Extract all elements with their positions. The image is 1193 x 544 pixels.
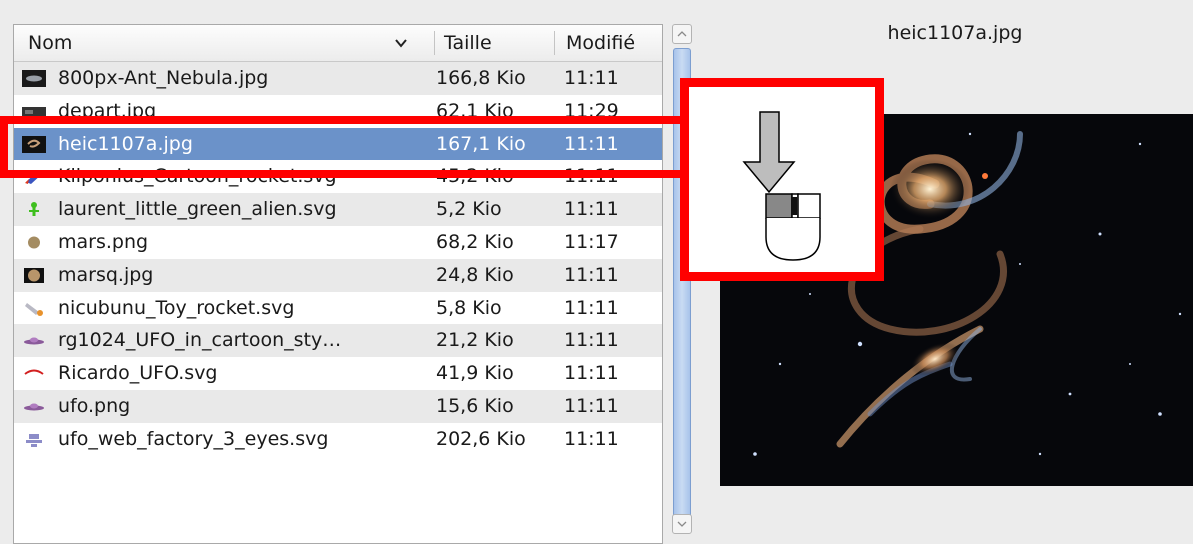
file-list-header: Nom Taille Modifié [14, 25, 662, 62]
file-row[interactable]: laurent_little_green_alien.svg 5,2 Kio 1… [14, 193, 662, 226]
file-size: 15,6 Kio [436, 394, 514, 417]
file-name: mars.png [58, 230, 149, 253]
file-modified: 11:11 [564, 263, 619, 286]
chevron-up-icon [677, 31, 687, 37]
nebula-thumbnail-icon [22, 70, 46, 87]
chevron-down-icon [677, 521, 687, 527]
column-header-modified[interactable]: Modifié [566, 25, 662, 61]
file-size: 41,9 Kio [436, 362, 514, 385]
file-modified: 11:11 [564, 198, 619, 221]
ufo-icon [24, 403, 44, 411]
file-name: Ricardo_UFO.svg [58, 362, 218, 385]
file-size: 5,8 Kio [436, 296, 502, 319]
column-header-size[interactable]: Taille [444, 25, 564, 61]
file-name: marsq.jpg [58, 263, 154, 286]
scroll-up-button[interactable] [672, 24, 692, 44]
file-size: 5,2 Kio [436, 198, 502, 221]
toy-rocket-icon [25, 302, 43, 316]
file-size: 202,6 Kio [436, 427, 526, 450]
file-list[interactable]: Nom Taille Modifié 800px-Ant_Nebula.jpg … [13, 24, 663, 544]
selected-row-highlight [0, 116, 700, 178]
file-size: 166,8 Kio [436, 67, 526, 89]
file-modified: 11:11 [564, 67, 619, 89]
file-size: 21,2 Kio [436, 329, 514, 352]
file-modified: 11:11 [564, 296, 619, 319]
file-name: nicubunu_Toy_rocket.svg [58, 296, 295, 319]
file-modified: 11:11 [564, 329, 619, 352]
column-header-modified-label: Modifié [566, 32, 636, 54]
file-modified: 11:11 [564, 427, 619, 450]
file-row[interactable]: rg1024_UFO_in_cartoon_sty… 21,2 Kio 11:1… [14, 324, 662, 358]
file-row[interactable]: ufo_web_factory_3_eyes.svg 202,6 Kio 11:… [14, 423, 662, 456]
file-row[interactable]: mars.png 68,2 Kio 11:17 [14, 226, 662, 259]
file-row[interactable]: nicubunu_Toy_rocket.svg 5,8 Kio 11:11 [14, 292, 662, 325]
file-row[interactable]: 800px-Ant_Nebula.jpg 166,8 Kio 11:11 [14, 62, 662, 95]
file-modified: 11:11 [564, 362, 619, 385]
column-divider[interactable] [434, 31, 435, 55]
scroll-down-button[interactable] [672, 514, 692, 534]
file-name: ufo_web_factory_3_eyes.svg [58, 427, 329, 450]
green-alien-icon [29, 202, 39, 217]
column-header-name-label: Nom [28, 32, 73, 54]
chevron-down-icon[interactable] [394, 36, 408, 50]
file-name: rg1024_UFO_in_cartoon_sty… [58, 329, 342, 352]
mouse-left-click-down-icon [742, 111, 821, 261]
preview-title: heic1107a.jpg [887, 22, 1023, 44]
ufo-red-icon [24, 369, 44, 375]
ufo-icon [24, 337, 44, 345]
file-row[interactable]: ufo.png 15,6 Kio 11:11 [14, 389, 662, 423]
ufo-robot-icon [26, 433, 42, 447]
file-row[interactable]: marsq.jpg 24,8 Kio 11:11 [14, 258, 662, 292]
file-name: 800px-Ant_Nebula.jpg [58, 67, 269, 89]
cursor-annotation [680, 78, 884, 281]
file-name: ufo.png [58, 394, 131, 417]
file-size: 24,8 Kio [436, 263, 514, 286]
planet-square-icon [24, 267, 44, 283]
file-size: 68,2 Kio [436, 230, 514, 253]
column-header-name[interactable]: Nom [28, 25, 428, 61]
file-name: laurent_little_green_alien.svg [58, 198, 337, 221]
planet-icon [28, 236, 40, 249]
column-header-size-label: Taille [444, 32, 492, 54]
file-row[interactable]: Ricardo_UFO.svg 41,9 Kio 11:11 [14, 357, 662, 390]
column-divider[interactable] [554, 31, 555, 55]
file-modified: 11:11 [564, 394, 619, 417]
file-modified: 11:17 [564, 230, 619, 253]
